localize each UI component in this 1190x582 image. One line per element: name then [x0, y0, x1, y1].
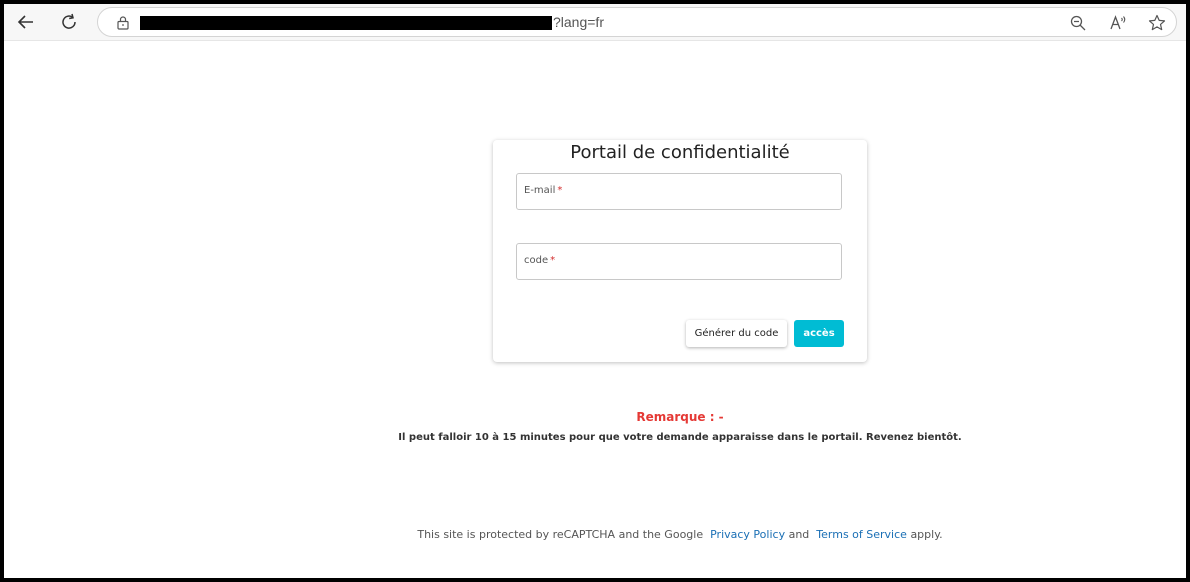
footer-prefix: This site is protected by reCAPTCHA and … [417, 528, 704, 541]
card-title: Portail de confidentialité [570, 142, 790, 163]
required-mark: * [550, 255, 556, 266]
read-aloud-icon[interactable] [1109, 14, 1127, 32]
note-text: Il peut falloir 10 à 15 minutes pour que… [398, 432, 962, 443]
code-field[interactable]: code * [516, 243, 842, 280]
footer-and: and [788, 528, 810, 541]
recaptcha-footer: This site is protected by reCAPTCHA and … [4, 528, 1186, 541]
address-bar[interactable]: ?lang=fr [97, 7, 1177, 37]
access-button[interactable]: accès [794, 320, 844, 347]
generate-code-button[interactable]: Générer du code [686, 320, 787, 347]
back-icon[interactable] [12, 8, 40, 36]
email-field[interactable]: E-mail * [516, 173, 842, 210]
browser-window: ?lang=fr Portail de confidentialité E-ma… [4, 4, 1186, 578]
footer-suffix: apply. [910, 528, 943, 541]
redacted-url [140, 16, 552, 30]
privacy-policy-link[interactable]: Privacy Policy [710, 528, 785, 541]
url-text: ?lang=fr [553, 14, 604, 30]
browser-toolbar: ?lang=fr [4, 4, 1186, 41]
required-mark: * [557, 185, 563, 196]
lock-icon [116, 15, 130, 35]
login-card: Portail de confidentialité E-mail * code *… [493, 140, 867, 362]
code-label: code * [524, 255, 556, 266]
note-title: Remarque : - [636, 410, 724, 424]
terms-of-service-link[interactable]: Terms of Service [816, 528, 907, 541]
favorite-star-icon[interactable] [1148, 14, 1166, 32]
zoom-out-icon[interactable] [1069, 14, 1087, 32]
refresh-icon[interactable] [55, 8, 83, 36]
email-label: E-mail * [524, 185, 563, 196]
